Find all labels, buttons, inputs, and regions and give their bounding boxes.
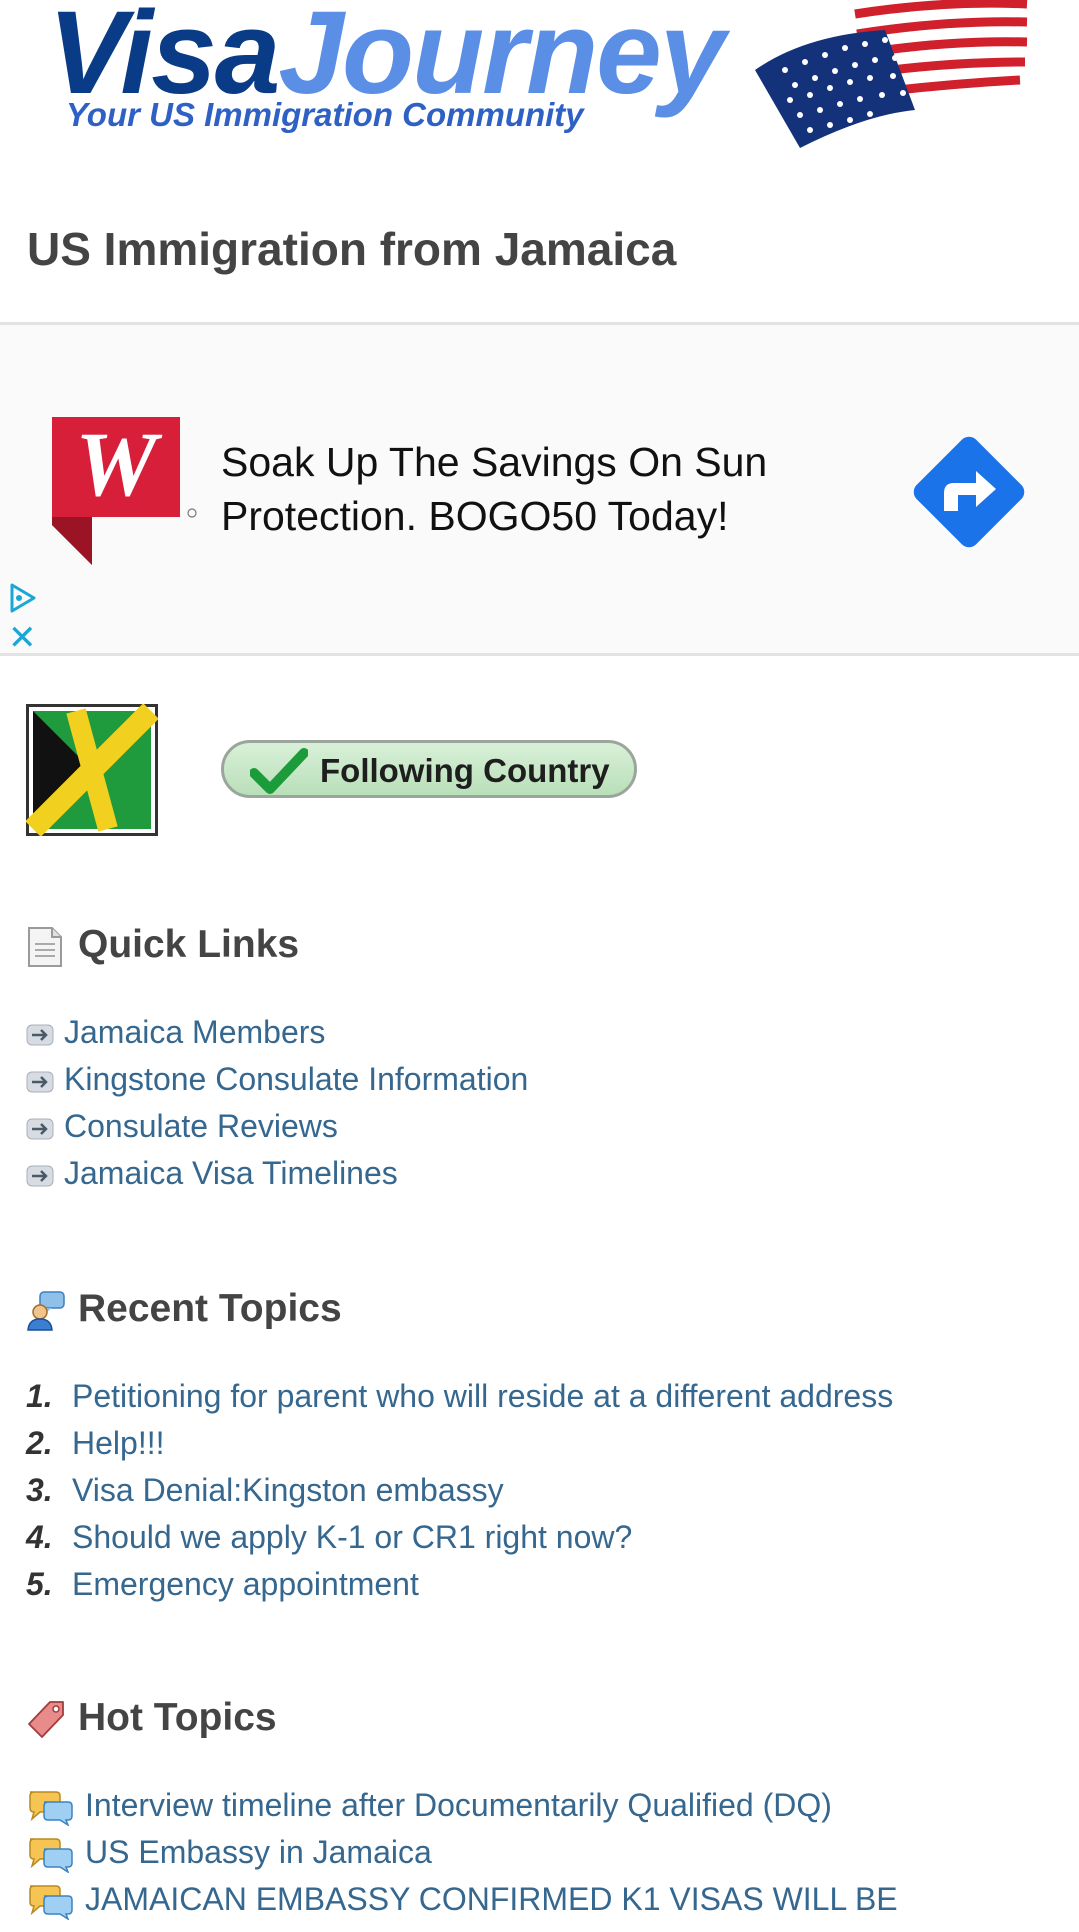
directions-arrow-icon[interactable] [908,431,1030,553]
speech-bubbles-icon [29,1791,73,1826]
following-country-label: Following Country [320,752,610,789]
walgreens-logo-letter: W [75,417,163,515]
arrow-right-icon [26,1024,54,1046]
arrow-right-icon [26,1071,54,1093]
logo-tagline: Your US Immigration Community [66,96,584,133]
hot-topic-link[interactable]: Interview timeline after Documentarily Q… [85,1785,832,1825]
arrow-right-icon [26,1165,54,1187]
checkmark-icon [250,748,308,794]
hot-topic-link[interactable]: JAMAICAN EMBASSY CONFIRMED K1 VISAS WILL… [85,1879,898,1919]
quick-link-label[interactable]: Jamaica Members [64,1012,325,1052]
speech-bubbles-icon [29,1838,73,1873]
arrow-right-icon [26,1118,54,1140]
topic-number: 1. [26,1378,53,1414]
us-flag-icon [755,0,1028,148]
topic-number: 4. [26,1519,53,1555]
jamaica-flag-icon [26,704,158,836]
page-title: US Immigration from Jamaica [27,223,677,275]
recent-topic-link[interactable]: Emergency appointment [72,1564,419,1604]
topic-number: 3. [26,1472,53,1508]
recent-topic-link[interactable]: Petitioning for parent who will reside a… [72,1376,893,1416]
hot-topic-link[interactable]: US Embassy in Jamaica [85,1832,432,1872]
speech-bubbles-icon [29,1885,73,1920]
recent-topic-link[interactable]: Should we apply K-1 or CR1 right now? [72,1517,632,1557]
adchoices-icon[interactable] [6,581,40,615]
walgreens-logo-icon: W [52,417,197,565]
advertisement-banner[interactable]: W Soak Up The Savings On Sun Protection.… [0,322,1079,656]
quick-link-label[interactable]: Kingstone Consulate Information [64,1059,528,1099]
user-chat-icon [27,1291,65,1331]
recent-topic-link[interactable]: Help!!! [72,1423,164,1463]
recent-topics-title: Recent Topics [78,1287,342,1330]
following-country-button[interactable]: Following Country [221,740,637,798]
hot-topics-title: Hot Topics [78,1696,277,1739]
document-icon [28,927,62,967]
quick-link-label[interactable]: Consulate Reviews [64,1106,338,1146]
quick-links-title: Quick Links [78,923,300,966]
topic-number: 2. [26,1425,53,1461]
close-ad-icon[interactable]: ✕ [8,621,37,655]
topic-number: 5. [26,1566,53,1602]
site-logo[interactable]: VisaJourney Your US Immigration Communit… [0,0,1079,160]
ad-headline[interactable]: Soak Up The Savings On Sun Protection. B… [221,435,821,543]
tag-icon [28,1701,64,1738]
quick-link-label[interactable]: Jamaica Visa Timelines [64,1153,398,1193]
recent-topic-link[interactable]: Visa Denial:Kingston embassy [72,1470,504,1510]
